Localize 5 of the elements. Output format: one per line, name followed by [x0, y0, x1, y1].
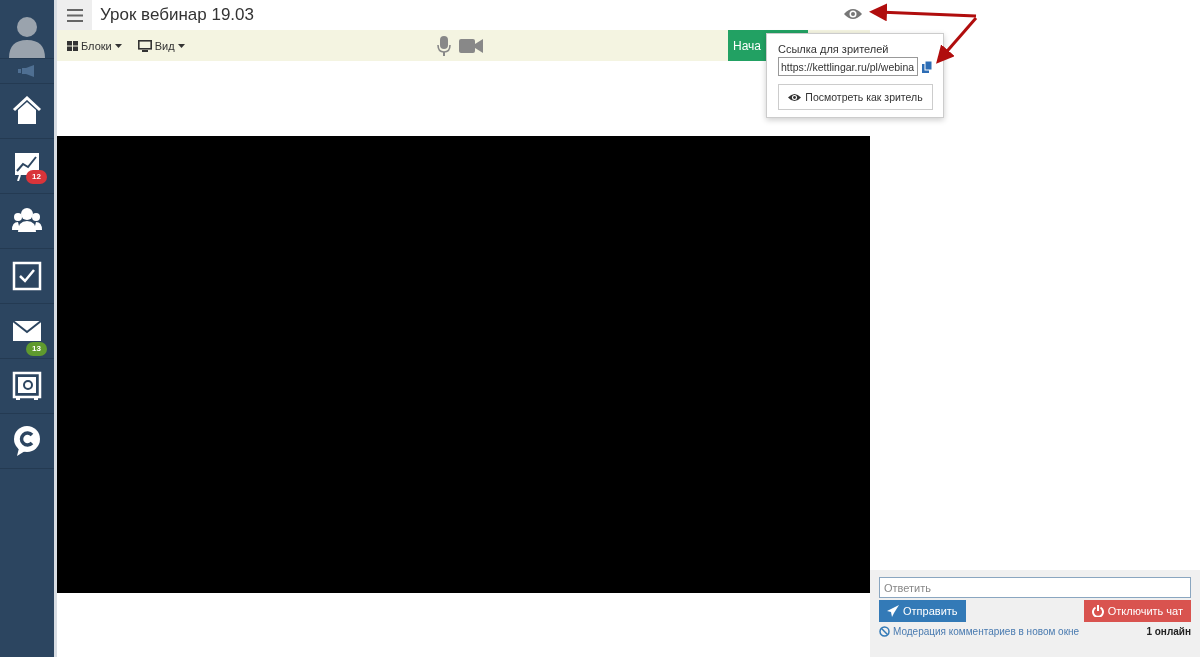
- count-badge: 12: [26, 170, 47, 184]
- webinar-title: Урок вебинар 19.03: [100, 5, 254, 25]
- online-count: 1 онлайн: [1146, 626, 1191, 637]
- viewer-link-label: Ссылка для зрителей: [778, 43, 890, 55]
- count-badge: 13: [26, 342, 47, 356]
